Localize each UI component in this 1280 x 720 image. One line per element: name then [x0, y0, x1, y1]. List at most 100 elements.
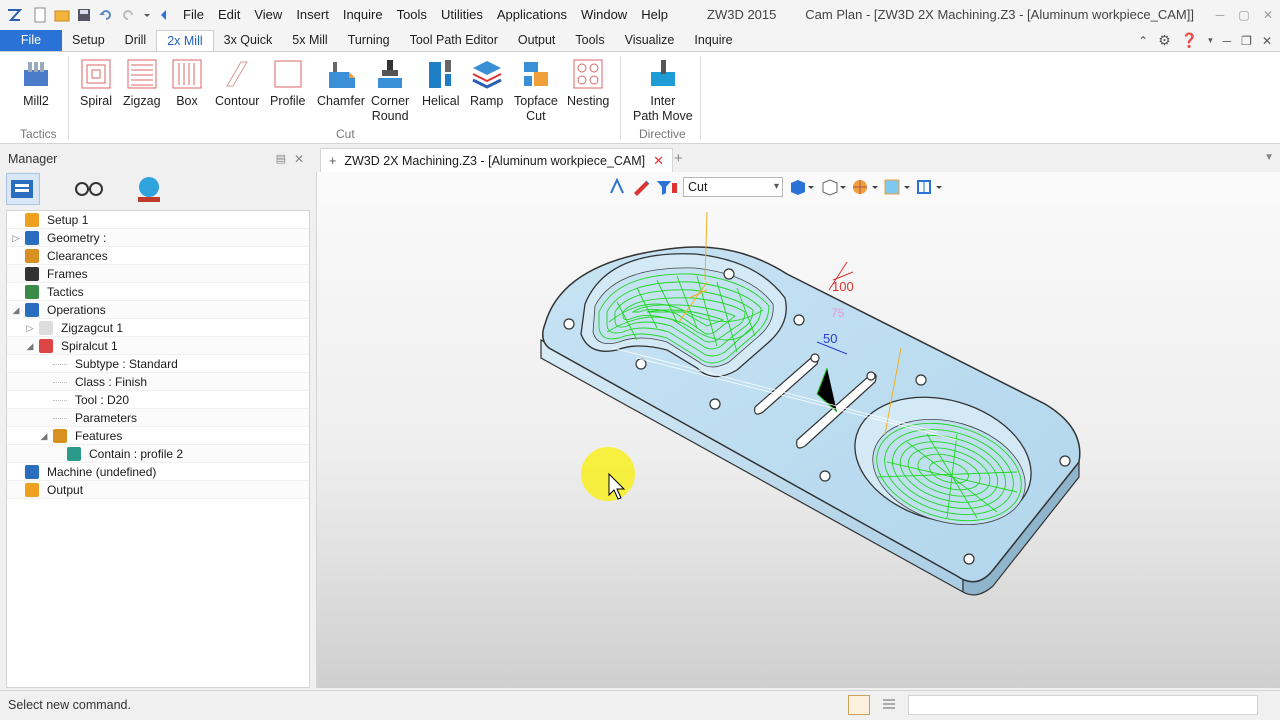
status-layout-icon[interactable] [848, 695, 870, 715]
tactics-icon [25, 285, 39, 299]
help-icon[interactable]: ❓ [1181, 32, 1198, 49]
tree-expander-icon[interactable]: ◢ [39, 427, 49, 445]
tab-inquire[interactable]: Inquire [684, 30, 742, 51]
topface-cut-button[interactable]: Topface Cut [514, 58, 558, 124]
document-tab-label: ZW3D 2X Machining.Z3 - [Aluminum workpie… [344, 153, 646, 168]
profile-button[interactable]: Profile [270, 58, 305, 109]
collapse-ribbon-icon[interactable]: ⌃ [1138, 34, 1148, 48]
inter-path-move-button[interactable]: Inter Path Move [633, 58, 693, 124]
settings-gear-icon[interactable]: ⚙ [1158, 32, 1171, 49]
minimize-icon[interactable]: ─ [1208, 0, 1232, 30]
restore-icon[interactable]: ▢ [1232, 0, 1256, 30]
tab-list-dropdown-icon[interactable]: ▼ [1264, 152, 1274, 163]
tree-item-label: Features [75, 429, 123, 443]
tree-row[interactable]: Frames [7, 265, 309, 283]
tree-row[interactable]: ▷ Geometry : [7, 229, 309, 247]
new-tab-icon[interactable]: + [674, 150, 683, 167]
tree-row[interactable]: Contain : profile 2 [7, 445, 309, 463]
tree-expander-icon[interactable]: ▷ [25, 319, 35, 337]
nesting-button[interactable]: Nesting [567, 58, 609, 109]
3d-viewport[interactable]: Cut ▾ 100 75 50 [316, 172, 1280, 688]
save-icon[interactable] [76, 7, 92, 23]
doc-restore-icon[interactable]: ❐ [1241, 34, 1252, 48]
tab-3x-quick[interactable]: 3x Quick [214, 30, 283, 51]
tree-expander-icon[interactable]: ◢ [11, 301, 21, 319]
menu-applications[interactable]: Applications [490, 0, 574, 30]
ramp-button[interactable]: Ramp [470, 58, 503, 109]
back-arrow-icon[interactable] [158, 7, 168, 23]
command-input[interactable] [908, 695, 1258, 715]
tab-visualize[interactable]: Visualize [615, 30, 685, 51]
corner-round-button[interactable]: Corner Round [371, 58, 409, 124]
tree-expander-icon[interactable]: ◢ [25, 337, 35, 355]
tree-item-label: Tactics [47, 285, 84, 299]
zw3d-logo-icon[interactable] [6, 7, 23, 23]
tree-item-label: Operations [47, 303, 106, 317]
tree-row[interactable]: ▷ Zigzagcut 1 [7, 319, 309, 337]
status-list-icon[interactable] [878, 695, 900, 715]
topface-cut-icon [520, 58, 552, 90]
spiral-button[interactable]: Spiral [80, 58, 112, 109]
tree-row[interactable]: Subtype : Standard [7, 355, 309, 373]
chamfer-icon [325, 58, 357, 90]
redo-icon[interactable] [120, 7, 136, 23]
tree-row[interactable]: Output [7, 481, 309, 499]
menu-file[interactable]: File [176, 0, 211, 30]
tree-expander-icon[interactable]: ▷ [11, 229, 21, 247]
tree-row[interactable]: Tactics [7, 283, 309, 301]
qat-dropdown-icon[interactable] [142, 7, 152, 23]
tab-tools[interactable]: Tools [565, 30, 614, 51]
menu-window[interactable]: Window [574, 0, 634, 30]
manager-close-icon[interactable]: ✕ [294, 152, 304, 166]
tree-row[interactable]: Tool : D20 [7, 391, 309, 409]
tab-drill[interactable]: Drill [115, 30, 157, 51]
pin-icon[interactable]: ▤ [276, 152, 286, 165]
undo-icon[interactable] [98, 7, 114, 23]
mill2-button[interactable]: Mill2 [20, 58, 52, 109]
tree-row[interactable]: ◢ Operations [7, 301, 309, 319]
menu-inquire[interactable]: Inquire [336, 0, 390, 30]
menu-view[interactable]: View [247, 0, 289, 30]
tree-row[interactable]: Setup 1 [7, 211, 309, 229]
menu-edit[interactable]: Edit [211, 0, 247, 30]
zigzag-button[interactable]: Zigzag [123, 58, 161, 109]
close-icon[interactable]: ✕ [1256, 0, 1280, 30]
spiralcut-icon [39, 339, 53, 353]
tab-setup[interactable]: Setup [62, 30, 115, 51]
helical-button[interactable]: Helical [422, 58, 460, 109]
help-dropdown-icon[interactable]: ▾ [1208, 35, 1213, 46]
tab-turning[interactable]: Turning [338, 30, 400, 51]
tab-2x-mill[interactable]: 2x Mill [156, 30, 214, 51]
tab-file[interactable]: File [0, 30, 62, 51]
menu-utilities[interactable]: Utilities [434, 0, 490, 30]
globe-view-icon[interactable] [132, 173, 166, 205]
tree-row[interactable]: ◢ Spiralcut 1 [7, 337, 309, 355]
menu-insert[interactable]: Insert [289, 0, 336, 30]
doc-close-icon[interactable]: ✕ [1262, 34, 1272, 48]
tab-5x-mill[interactable]: 5x Mill [282, 30, 337, 51]
menu-tools[interactable]: Tools [390, 0, 434, 30]
tree-row[interactable]: Machine (undefined) [7, 463, 309, 481]
tree-item-label: Class : Finish [75, 375, 148, 389]
features-icon [53, 429, 67, 443]
tree-row[interactable]: Clearances [7, 247, 309, 265]
new-file-icon[interactable] [32, 7, 48, 23]
chamfer-button[interactable]: Chamfer [317, 58, 365, 109]
document-pin-icon: + [329, 153, 337, 168]
doc-minimize-icon[interactable]: ─ [1223, 34, 1232, 48]
tree-row[interactable]: Parameters [7, 409, 309, 427]
menu-help[interactable]: Help [634, 0, 675, 30]
contour-button[interactable]: Contour [215, 58, 259, 109]
tab-tool-path-editor[interactable]: Tool Path Editor [400, 30, 508, 51]
box-button[interactable]: Box [171, 58, 203, 109]
tab-output[interactable]: Output [508, 30, 566, 51]
tree-row[interactable]: ◢ Features [7, 427, 309, 445]
visibility-glasses-icon[interactable] [72, 173, 106, 205]
document-tab[interactable]: + ZW3D 2X Machining.Z3 - [Aluminum workp… [320, 148, 674, 172]
document-close-icon[interactable]: ✕ [653, 153, 664, 169]
cam-manager-icon[interactable] [6, 173, 40, 205]
corner-round-icon [374, 58, 406, 90]
tree-row[interactable]: Class : Finish [7, 373, 309, 391]
open-folder-icon[interactable] [54, 7, 70, 23]
status-bar: Select new command. [0, 690, 1280, 720]
